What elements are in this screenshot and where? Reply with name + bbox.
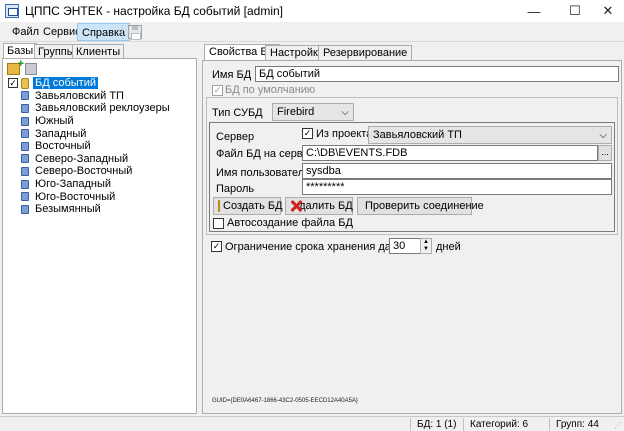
db-tree: ✓ БД событий Завьяловский ТП Завьяловски… — [8, 77, 172, 216]
tree-item[interactable]: Южный — [21, 115, 172, 128]
from-project-checkbox[interactable]: ✓ — [302, 128, 313, 139]
tab-clients[interactable]: Клиенты — [72, 44, 125, 59]
tree-root[interactable]: ✓ БД событий — [8, 77, 172, 90]
tree-item[interactable]: Безымянный — [21, 203, 172, 216]
check-connection-button[interactable]: Проверить соединение — [357, 197, 484, 215]
tree-item-label[interactable]: Западный — [33, 128, 88, 140]
username-label: Имя пользователя — [216, 167, 311, 179]
db-file-input[interactable]: C:\DB\EVENTS.FDB — [302, 145, 598, 161]
menu-file[interactable]: Файл — [8, 23, 43, 41]
create-db-button-label: Создать БД — [223, 200, 283, 212]
tree-item-label[interactable]: Юго-Восточный — [33, 191, 117, 203]
db-name-label: Имя БД — [212, 69, 252, 81]
save-icon[interactable] — [128, 25, 142, 40]
server-icon — [21, 166, 29, 176]
tree-item[interactable]: Завьяловский ТП — [21, 90, 172, 103]
bases-panel: ✓ БД событий Завьяловский ТП Завьяловски… — [2, 58, 197, 414]
server-icon — [21, 141, 29, 151]
app-icon — [5, 4, 19, 18]
server-icon — [21, 116, 29, 126]
server-icon — [21, 204, 29, 214]
status-separator — [549, 418, 550, 431]
tree-item-label[interactable]: Северо-Восточный — [33, 165, 134, 177]
close-button[interactable]: ✕ — [590, 0, 624, 22]
status-categories: Категорий: 6 — [470, 419, 529, 430]
delete-db-button[interactable]: Удалить БД — [285, 197, 353, 215]
chevron-down-icon: ⌵ — [599, 130, 607, 141]
status-db-count: БД: 1 (1) — [417, 419, 457, 430]
tree-root-checkbox[interactable]: ✓ — [8, 78, 18, 89]
maximize-button[interactable]: ☐ — [557, 0, 593, 22]
tree-item-label[interactable]: Безымянный — [33, 203, 103, 215]
server-select[interactable]: Завьяловский ТП ⌵ — [368, 126, 612, 144]
server-icon — [21, 91, 29, 101]
status-groups: Групп: 44 — [556, 419, 599, 430]
default-db-checkbox[interactable]: ✓ — [212, 85, 223, 96]
menu-separator — [122, 25, 123, 39]
dbms-select[interactable]: Firebird ⌵ — [272, 103, 354, 121]
server-icon — [21, 154, 29, 164]
tree-item-label[interactable]: Восточный — [33, 140, 93, 152]
password-label: Пароль — [216, 183, 255, 195]
copy-db-icon[interactable] — [25, 63, 37, 75]
username-input[interactable]: sysdba — [302, 163, 612, 179]
title-bar: ЦППС ЭНТЕК - настройка БД событий [admin… — [0, 0, 624, 22]
dbms-label: Тип СУБД — [212, 107, 263, 119]
tree-root-label[interactable]: БД событий — [33, 77, 98, 90]
status-separator — [410, 418, 411, 431]
browse-button[interactable]: ... — [598, 145, 612, 161]
tree-item[interactable]: Северо-Западный — [21, 153, 172, 166]
tab-reserve[interactable]: Резервирование — [318, 45, 413, 60]
tree-item-label[interactable]: Завьяловский ТП — [33, 90, 126, 102]
tree-item[interactable]: Западный — [21, 127, 172, 140]
menu-bar: Файл Сервис Справка — [0, 22, 624, 42]
tree-item[interactable]: Завьяловский реклоузеры — [21, 102, 172, 115]
retention-checkbox[interactable]: ✓ — [211, 241, 222, 252]
retention-unit-label: дней — [436, 241, 461, 253]
guid-text: GUID={DE0A6467-1866-43C2-0505-EECD12A40A… — [212, 398, 358, 404]
check-connection-button-label: Проверить соединение — [365, 200, 484, 212]
tree-item-label[interactable]: Северо-Западный — [33, 153, 130, 165]
window-title: ЦППС ЭНТЕК - настройка БД событий [admin… — [25, 4, 284, 18]
chevron-down-icon: ⌵ — [341, 107, 349, 118]
server-icon — [21, 103, 29, 113]
dbms-select-value: Firebird — [277, 106, 315, 118]
create-db-button[interactable]: Создать БД — [213, 197, 283, 215]
from-project-label: Из проекта — [316, 128, 373, 140]
database-icon — [21, 77, 29, 89]
create-db-icon — [218, 200, 220, 212]
retention-spinner[interactable]: ▲ ▼ — [420, 238, 432, 254]
default-db-label: БД по умолчанию — [225, 84, 316, 96]
tree-item-label[interactable]: Юго-Западный — [33, 178, 113, 190]
autocreate-label: Автосоздание файла БД — [227, 217, 353, 229]
server-icon — [21, 179, 29, 189]
tree-item-label[interactable]: Завьяловский реклоузеры — [33, 102, 172, 114]
tree-item[interactable]: Юго-Западный — [21, 178, 172, 191]
tree-item-label[interactable]: Южный — [33, 115, 76, 127]
tree-item[interactable]: Восточный — [21, 140, 172, 153]
tree-item[interactable]: Юго-Восточный — [21, 190, 172, 203]
add-db-icon[interactable] — [7, 58, 24, 75]
password-input[interactable]: ********* — [302, 179, 612, 195]
tree-item[interactable]: Северо-Восточный — [21, 165, 172, 178]
minimize-button[interactable]: — — [516, 0, 552, 22]
server-icon — [21, 129, 29, 139]
server-icon — [21, 192, 29, 202]
status-bar: БД: 1 (1) Категорий: 6 Групп: 44 ⋰ — [0, 416, 624, 431]
db-name-input[interactable]: БД событий — [255, 66, 619, 82]
status-separator — [463, 418, 464, 431]
resize-grip-icon[interactable]: ⋰ — [614, 421, 622, 430]
autocreate-checkbox[interactable] — [213, 218, 224, 229]
server-select-value: Завьяловский ТП — [373, 129, 462, 141]
retention-label: Ограничение срока хранения данных — [225, 241, 417, 253]
retention-days-input[interactable]: 30 — [389, 238, 421, 254]
server-label: Сервер — [216, 131, 255, 143]
